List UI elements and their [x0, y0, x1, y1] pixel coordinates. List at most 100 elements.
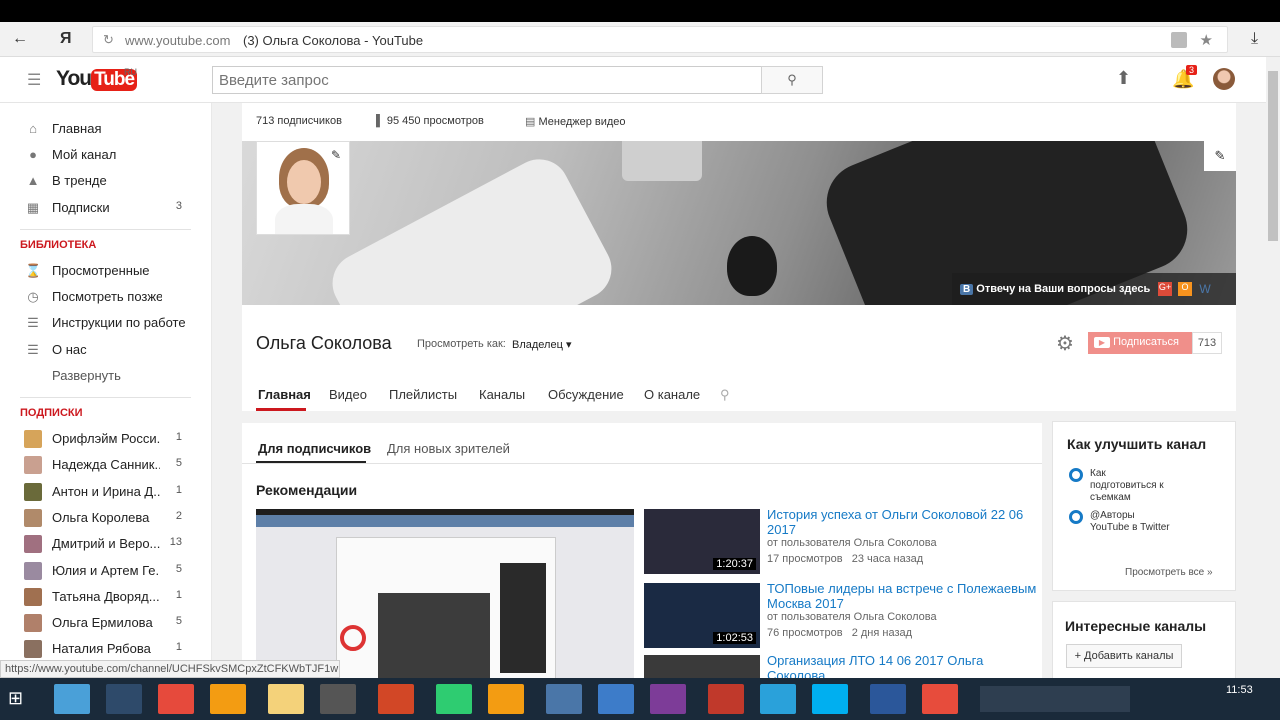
taskbar-app-icon[interactable]: [760, 684, 796, 714]
add-channels-button[interactable]: + Добавить каналы: [1066, 644, 1182, 668]
page-scrollbar[interactable]: [1266, 57, 1280, 678]
banner-link[interactable]: В Отвечу на Ваши вопросы здесь: [952, 273, 1156, 305]
search-input[interactable]: [212, 66, 762, 94]
sidebar-item-my-channel[interactable]: ● Мой канал: [0, 142, 212, 168]
tab-videos[interactable]: Видео: [329, 387, 367, 402]
subscriptions-heading[interactable]: ПОДПИСКИ: [20, 407, 83, 419]
sidebar-subscription-item[interactable]: Дмитрий и Веро... 13: [0, 531, 212, 557]
upload-icon[interactable]: ⬆: [1116, 68, 1131, 89]
sidebar-expand[interactable]: Развернуть: [0, 363, 212, 389]
taskbar-app-icon[interactable]: [812, 684, 848, 714]
youtube-logo[interactable]: You Tube RU: [56, 67, 138, 91]
main-content: 713 подписчиков ▌ 95 450 просмотров ▤ Ме…: [212, 103, 1266, 678]
tab-home[interactable]: Главная: [258, 387, 311, 402]
taskbar-app-icon[interactable]: [106, 684, 142, 714]
taskbar-app-icon[interactable]: [922, 684, 958, 714]
video-meta: 76 просмотров 2 дня назад: [767, 627, 913, 639]
taskbar-app-icon[interactable]: [436, 684, 472, 714]
gear-icon[interactable]: ⚙: [1056, 331, 1074, 356]
sidebar-item-watch-later[interactable]: ◷ Посмотреть позже: [0, 284, 212, 310]
view-as-dropdown[interactable]: Владелец ▾: [512, 338, 571, 351]
sidebar-item-trending[interactable]: ▲ В тренде: [0, 168, 212, 194]
sidebar-item-history[interactable]: ⌛ Просмотренные: [0, 258, 212, 284]
taskbar-app-icon[interactable]: [378, 684, 414, 714]
play-icon: ▶: [1094, 337, 1110, 348]
tip-item[interactable]: Как подготовиться к съемкам: [1090, 468, 1170, 504]
vk-icon[interactable]: W: [1198, 282, 1212, 296]
subtab-subscribers[interactable]: Для подписчиков: [258, 441, 371, 456]
taskbar-app-icon[interactable]: [210, 684, 246, 714]
taskbar-app-icon[interactable]: [546, 684, 582, 714]
avatar-face: [287, 160, 321, 204]
improve-title: Как улучшить канал: [1067, 436, 1207, 452]
video-manager-link[interactable]: ▤ Менеджер видео: [525, 115, 626, 128]
sidebar-subscription-item[interactable]: Татьяна Двоpяд... 1: [0, 584, 212, 610]
sidebar-item-subscriptions[interactable]: ▦ Подписки 3: [0, 195, 212, 221]
subscriber-count: 713: [1192, 332, 1222, 354]
sidebar-subscription-item[interactable]: Надежда Санник... 5: [0, 452, 212, 478]
taskbar-app-icon[interactable]: [598, 684, 634, 714]
pencil-icon[interactable]: ✎: [331, 148, 341, 162]
sidebar-item-playlist-about[interactable]: ☰ О нас: [0, 337, 212, 363]
sidebar-subscription-item[interactable]: Наталия Рябова 1: [0, 636, 212, 662]
sidebar-item-playlist-instructions[interactable]: ☰ Инструкции по работе: [0, 310, 212, 336]
system-tray[interactable]: [980, 686, 1130, 712]
odnoklassniki-icon[interactable]: О: [1178, 282, 1192, 296]
scrollbar-thumb[interactable]: [1268, 71, 1278, 241]
download-icon[interactable]: ⤓: [1251, 30, 1258, 48]
video-title[interactable]: ТОПовые лидеры на встрече с Полежаевым М…: [767, 581, 1037, 611]
channel-avatar: [24, 561, 42, 580]
sidebar-subscription-item[interactable]: Юлия и Артем Ге... 5: [0, 558, 212, 584]
sidebar-subscription-item[interactable]: Орифлэйм Росси... 1: [0, 426, 212, 452]
avatar[interactable]: [1213, 68, 1235, 90]
taskbar-app-icon[interactable]: [870, 684, 906, 714]
pencil-icon: ✎: [1214, 148, 1226, 163]
sidebar: ⌂ Главная ● Мой канал ▲ В тренде ▦ Подписки 3…: [0, 103, 212, 678]
channel-avatar: [24, 640, 42, 659]
video-title[interactable]: История успеха от Ольги Соколовой 22 06 …: [767, 507, 1037, 537]
taskbar-app-icon[interactable]: [650, 684, 686, 714]
tab-discussion[interactable]: Обсуждение: [548, 387, 624, 402]
taskbar: ⊞ 11:53: [0, 678, 1280, 720]
featured-video-player[interactable]: [256, 509, 634, 678]
sidebar-item-home[interactable]: ⌂ Главная: [0, 116, 212, 142]
tab-playlists[interactable]: Плейлисты: [389, 387, 457, 402]
windows-start-icon[interactable]: ⊞: [8, 688, 23, 709]
search-button[interactable]: ⚲: [761, 66, 823, 94]
reload-icon[interactable]: ↻: [103, 32, 114, 48]
search-icon[interactable]: ⚲: [720, 387, 730, 403]
menu-icon[interactable]: ☰: [27, 70, 41, 90]
sidebar-subscription-item[interactable]: Ольга Королева 2: [0, 505, 212, 531]
subscribe-button[interactable]: ▶ Подписаться: [1088, 332, 1192, 354]
youtube-header: ☰ YouTube RU ⚲ ⬆ 🔔 3: [0, 57, 1266, 103]
library-heading[interactable]: БИБЛИОТЕКА: [20, 239, 96, 251]
sidebar-subscription-item[interactable]: Ольга Ермилова 5: [0, 610, 212, 636]
taskbar-app-icon[interactable]: [158, 684, 194, 714]
channel-avatar[interactable]: ✎: [256, 141, 350, 235]
arrow-left-icon[interactable]: ←: [12, 30, 28, 48]
taskbar-app-icon[interactable]: [54, 684, 90, 714]
video-thumbnail[interactable]: 1:20:37: [644, 509, 760, 574]
taskbar-app-icon[interactable]: [488, 684, 524, 714]
edit-banner-button[interactable]: ✎: [1204, 141, 1236, 171]
interesting-title: Интересные каналы: [1065, 618, 1207, 634]
video-thumbnail[interactable]: [644, 655, 760, 678]
video-thumbnail[interactable]: 1:02:53: [644, 583, 760, 648]
channel-avatar: [24, 587, 42, 606]
lock-icon[interactable]: [1171, 32, 1187, 48]
taskbar-app-icon[interactable]: [320, 684, 356, 714]
tip-item[interactable]: @Авторы YouTube в Twitter: [1090, 510, 1170, 534]
player-screen-side: [500, 563, 546, 673]
tab-channels[interactable]: Каналы: [479, 387, 525, 402]
video-title[interactable]: Организация ЛТО 14 06 2017 Ольга Соколов…: [767, 653, 1037, 678]
taskbar-app-icon[interactable]: [268, 684, 304, 714]
sidebar-subscription-item[interactable]: Антон и Ирина Д... 1: [0, 479, 212, 505]
yandex-logo[interactable]: Я: [60, 30, 72, 48]
address-bar[interactable]: ↻ www.youtube.com (3) Ольга Соколова - Y…: [92, 26, 1228, 53]
subtab-new-viewers[interactable]: Для новых зрителей: [387, 441, 510, 456]
see-all-link[interactable]: Просмотреть все »: [1125, 567, 1213, 578]
tab-about[interactable]: О канале: [644, 387, 700, 402]
google-plus-icon[interactable]: G+: [1158, 282, 1172, 296]
taskbar-app-icon[interactable]: [708, 684, 744, 714]
star-icon[interactable]: ★: [1200, 31, 1213, 49]
